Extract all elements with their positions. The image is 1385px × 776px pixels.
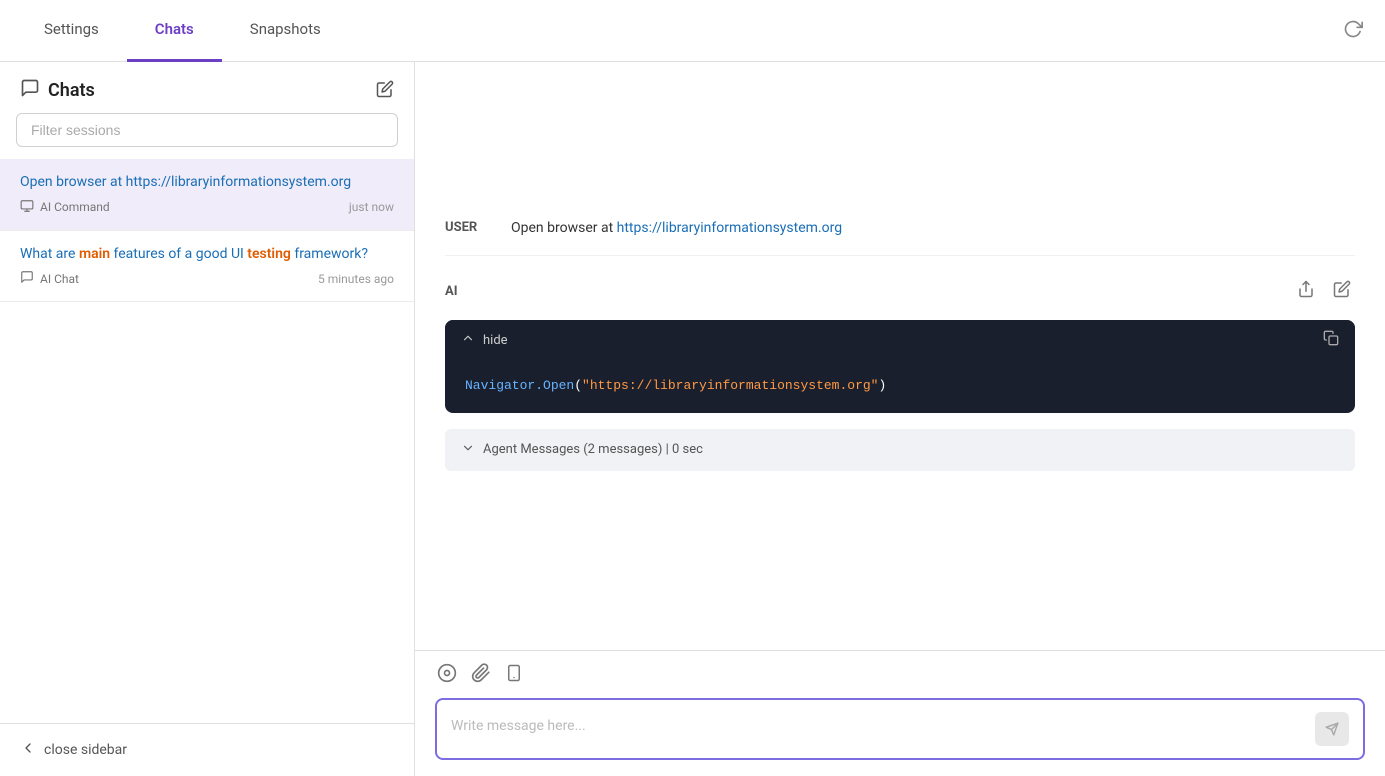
code-toggle-label: hide: [483, 333, 508, 348]
ai-actions: [1293, 276, 1355, 306]
tab-bar: Settings Chats Snapshots: [0, 0, 1385, 62]
new-chat-icon[interactable]: [376, 80, 394, 102]
tab-chats[interactable]: Chats: [127, 0, 222, 62]
ai-role-label: AI: [445, 284, 1293, 299]
filter-input[interactable]: [16, 113, 398, 147]
mobile-icon[interactable]: [505, 663, 523, 688]
chevron-down-icon: [461, 441, 475, 459]
ai-chat-icon: [20, 270, 34, 287]
session-title: Open browser at https://libraryinformati…: [20, 173, 394, 193]
code-block-header: hide: [445, 320, 1355, 360]
sidebar-header: Chats: [0, 62, 414, 113]
chat-input-toolbar: [435, 663, 1365, 688]
message-input[interactable]: [451, 718, 1305, 740]
send-button[interactable]: [1315, 712, 1349, 746]
ai-message-header: AI: [445, 276, 1355, 306]
copy-icon[interactable]: [1323, 330, 1339, 350]
edit-icon[interactable]: [1329, 276, 1355, 306]
agent-messages-bar[interactable]: Agent Messages (2 messages) | 0 sec: [445, 429, 1355, 471]
tab-snapshots[interactable]: Snapshots: [222, 0, 349, 62]
chat-content: USER Open browser at https://libraryinfo…: [415, 62, 1385, 776]
chat-input-area: [415, 650, 1385, 776]
sidebar: Chats Open browser at https://libraryinf…: [0, 62, 415, 776]
user-message: USER Open browser at https://libraryinfo…: [445, 202, 1355, 256]
agent-messages-label: Agent Messages (2 messages) | 0 sec: [483, 442, 703, 457]
code-block-body: Navigator.Open("https://libraryinformati…: [445, 360, 1355, 413]
close-sidebar-label: close sidebar: [44, 742, 127, 758]
sidebar-title: Chats: [48, 80, 368, 101]
share-icon[interactable]: [1293, 276, 1319, 306]
main-layout: Chats Open browser at https://libraryinf…: [0, 62, 1385, 776]
session-type-label: AI Chat: [40, 272, 79, 286]
session-list: Open browser at https://libraryinformati…: [0, 159, 414, 723]
ai-message: AI: [445, 256, 1355, 491]
session-time: 5 minutes ago: [318, 272, 394, 286]
list-item[interactable]: What are main features of a good UI test…: [0, 231, 414, 303]
code-block: hide Navigator.Open("https://libraryinfo…: [445, 320, 1355, 413]
tab-settings[interactable]: Settings: [16, 0, 127, 62]
top-spacer: [445, 82, 1355, 202]
paperclip-icon[interactable]: [471, 663, 491, 688]
chat-bubble-icon: [20, 78, 40, 103]
target-icon[interactable]: [437, 663, 457, 688]
chat-input-wrapper: [435, 698, 1365, 760]
user-message-content: Open browser at https://libraryinformati…: [511, 218, 842, 239]
list-item[interactable]: Open browser at https://libraryinformati…: [0, 159, 414, 231]
session-title: What are main features of a good UI test…: [20, 245, 394, 265]
session-meta: AI Chat 5 minutes ago: [20, 270, 394, 287]
session-time: just now: [349, 200, 394, 214]
ai-command-icon: [20, 199, 34, 216]
code-line: Navigator.Open("https://libraryinformati…: [465, 376, 1335, 397]
session-type-label: AI Command: [40, 200, 110, 214]
chevron-left-icon: [20, 740, 36, 760]
user-role-label: USER: [445, 218, 495, 235]
filter-sessions[interactable]: [0, 113, 414, 159]
tabs: Settings Chats Snapshots: [16, 0, 349, 62]
chat-messages: USER Open browser at https://libraryinfo…: [415, 62, 1385, 650]
code-toggle-button[interactable]: hide: [461, 331, 508, 349]
refresh-button[interactable]: [1337, 13, 1369, 49]
chevron-up-icon: [461, 331, 475, 349]
session-meta: AI Command just now: [20, 199, 394, 216]
close-sidebar-button[interactable]: close sidebar: [0, 723, 414, 776]
